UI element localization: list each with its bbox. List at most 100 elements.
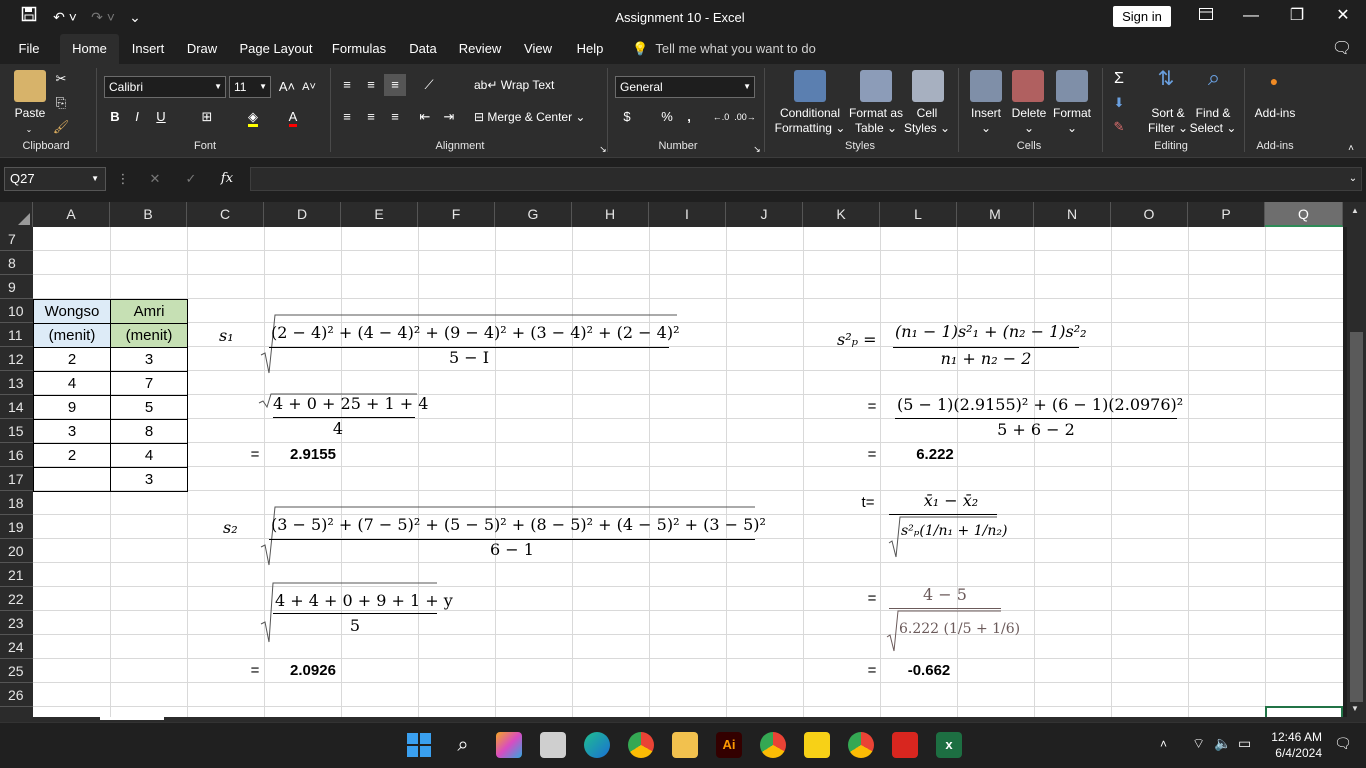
excel-icon[interactable]: x bbox=[936, 732, 962, 758]
restore-icon[interactable]: ❐ bbox=[1274, 0, 1320, 34]
table-cell[interactable]: 7 bbox=[110, 371, 188, 396]
column-header-i[interactable]: I bbox=[649, 202, 726, 227]
sort-filter-button[interactable]: Sort & Filter ⌄ bbox=[1144, 106, 1192, 136]
underline-button[interactable]: U bbox=[150, 106, 172, 128]
column-header-a[interactable]: A bbox=[33, 202, 110, 227]
borders-icon[interactable]: ⊞ bbox=[196, 106, 218, 128]
acrobat-icon[interactable] bbox=[892, 732, 918, 758]
row-header[interactable]: 9 bbox=[0, 275, 33, 299]
row-header[interactable]: 8 bbox=[0, 251, 33, 275]
table-cell[interactable]: 9 bbox=[33, 395, 111, 420]
column-header-m[interactable]: M bbox=[957, 202, 1034, 227]
comments-icon[interactable]: 🗨 bbox=[1328, 34, 1356, 64]
tab-help[interactable]: Help bbox=[568, 34, 612, 64]
column-header-l[interactable]: L bbox=[880, 202, 957, 227]
paste-dropdown-icon[interactable]: ⌄ bbox=[14, 122, 44, 137]
align-middle-icon[interactable]: ≡ bbox=[360, 74, 382, 96]
font-name-select[interactable]: Calibri ▼ bbox=[104, 76, 226, 98]
currency-button[interactable]: $ bbox=[616, 106, 638, 128]
column-header-g[interactable]: G bbox=[495, 202, 572, 227]
row-header[interactable]: 15 bbox=[0, 419, 33, 443]
table-cell[interactable]: 4 bbox=[33, 371, 111, 396]
active-cell-indicator[interactable] bbox=[1265, 706, 1343, 717]
copilot-icon[interactable] bbox=[496, 732, 522, 758]
tab-review[interactable]: Review bbox=[454, 34, 506, 64]
worksheet-grid[interactable]: Wongso Amri (menit) (menit) 2 4 9 3 2 3 … bbox=[33, 227, 1343, 717]
row-header[interactable]: 16 bbox=[0, 443, 33, 467]
collapse-ribbon-icon[interactable]: ˄ bbox=[1340, 138, 1362, 160]
increase-font-icon[interactable]: A˄ bbox=[276, 76, 298, 98]
table-cell[interactable]: 8 bbox=[110, 419, 188, 444]
tab-draw[interactable]: Draw bbox=[180, 34, 224, 64]
table-header-wongso[interactable]: Wongso bbox=[33, 299, 111, 324]
name-box-dropdown-icon[interactable]: ▼ bbox=[91, 168, 99, 190]
name-box[interactable]: Q27 ▼ bbox=[4, 167, 106, 191]
table-cell[interactable]: 2 bbox=[33, 443, 111, 468]
row-header[interactable]: 19 bbox=[0, 515, 33, 539]
row-header[interactable]: 20 bbox=[0, 539, 33, 563]
edge-icon[interactable] bbox=[584, 732, 610, 758]
align-center-icon[interactable]: ≡ bbox=[360, 106, 382, 128]
column-header-d[interactable]: D bbox=[264, 202, 341, 227]
row-header[interactable]: 18 bbox=[0, 491, 33, 515]
table-cell[interactable]: 2 bbox=[33, 347, 111, 372]
table-unit-amri[interactable]: (menit) bbox=[110, 323, 188, 348]
column-header-c[interactable]: C bbox=[187, 202, 264, 227]
windows-start-icon[interactable] bbox=[406, 732, 432, 758]
select-all-corner[interactable] bbox=[0, 202, 33, 227]
number-format-select[interactable]: General ▼ bbox=[615, 76, 755, 98]
file-explorer-icon[interactable] bbox=[672, 732, 698, 758]
table-cell[interactable]: 4 bbox=[110, 443, 188, 468]
column-header-h[interactable]: H bbox=[572, 202, 649, 227]
tab-home[interactable]: Home bbox=[60, 34, 119, 64]
table-cell[interactable]: 3 bbox=[110, 467, 188, 492]
sheet-tab-indicator[interactable] bbox=[100, 717, 164, 720]
row-header[interactable]: 11 bbox=[0, 323, 33, 347]
fill-icon[interactable]: ⬇ bbox=[1108, 92, 1130, 114]
decrease-indent-icon[interactable]: ⇤ bbox=[414, 106, 436, 128]
alignment-launcher-icon[interactable]: ↘ bbox=[592, 138, 614, 160]
column-header-e[interactable]: E bbox=[341, 202, 418, 227]
ribbon-display-options-icon[interactable] bbox=[1183, 0, 1229, 34]
align-left-icon[interactable]: ≡ bbox=[336, 106, 358, 128]
chrome-icon[interactable] bbox=[628, 732, 654, 758]
column-header-j[interactable]: J bbox=[726, 202, 803, 227]
table-unit-wongso[interactable]: (menit) bbox=[33, 323, 111, 348]
redo-icon[interactable]: ↷ ˅ bbox=[88, 6, 118, 28]
clear-icon[interactable]: ✎ bbox=[1108, 116, 1130, 138]
format-as-table-button[interactable]: Format as Table ⌄ bbox=[846, 106, 906, 136]
battery-icon[interactable]: ▭ bbox=[1238, 735, 1251, 752]
s2-result[interactable]: 2.0926 bbox=[273, 659, 353, 683]
minimize-icon[interactable]: — bbox=[1228, 0, 1274, 34]
comma-button[interactable]: , bbox=[678, 106, 700, 128]
row-header[interactable]: 12 bbox=[0, 347, 33, 371]
table-header-amri[interactable]: Amri bbox=[110, 299, 188, 324]
row-header[interactable]: 22 bbox=[0, 587, 33, 611]
more-options-icon[interactable]: ⋮ bbox=[112, 168, 134, 190]
format-painter-icon[interactable]: 🖌 bbox=[50, 116, 72, 138]
sp-result[interactable]: 6.222 bbox=[905, 443, 965, 467]
wifi-icon[interactable]: ⌔ bbox=[1192, 735, 1205, 753]
fill-color-icon[interactable]: ◈ bbox=[242, 106, 264, 128]
insert-function-icon[interactable]: fx bbox=[216, 168, 238, 190]
decrease-font-icon[interactable]: A˅ bbox=[298, 76, 320, 98]
font-size-select[interactable]: 11 ▼ bbox=[229, 76, 271, 98]
cancel-entry-icon[interactable]: ✕ bbox=[144, 168, 166, 190]
tab-formulas[interactable]: Formulas bbox=[326, 34, 392, 64]
column-header-q[interactable]: Q bbox=[1265, 202, 1343, 227]
tell-me-search[interactable]: 💡 Tell me what you want to do bbox=[632, 34, 816, 64]
orientation-icon[interactable]: ⟋ bbox=[418, 74, 440, 96]
chrome-alt-icon[interactable] bbox=[848, 732, 874, 758]
table-cell[interactable] bbox=[33, 467, 111, 492]
show-hidden-icons-icon[interactable]: ˄ bbox=[1160, 737, 1167, 751]
copy-icon[interactable]: ⎘ bbox=[50, 92, 72, 114]
insert-cells-button[interactable]: Insert ⌄ bbox=[964, 106, 1008, 136]
confirm-entry-icon[interactable]: ✓ bbox=[180, 168, 202, 190]
row-header[interactable]: 25 bbox=[0, 659, 33, 683]
font-color-icon[interactable]: A bbox=[282, 106, 304, 128]
autosum-icon[interactable]: Σ bbox=[1108, 68, 1130, 90]
row-header[interactable]: 13 bbox=[0, 371, 33, 395]
save-icon[interactable] bbox=[18, 6, 40, 28]
scroll-up-icon[interactable]: ▲ bbox=[1351, 206, 1359, 215]
row-header[interactable]: 14 bbox=[0, 395, 33, 419]
